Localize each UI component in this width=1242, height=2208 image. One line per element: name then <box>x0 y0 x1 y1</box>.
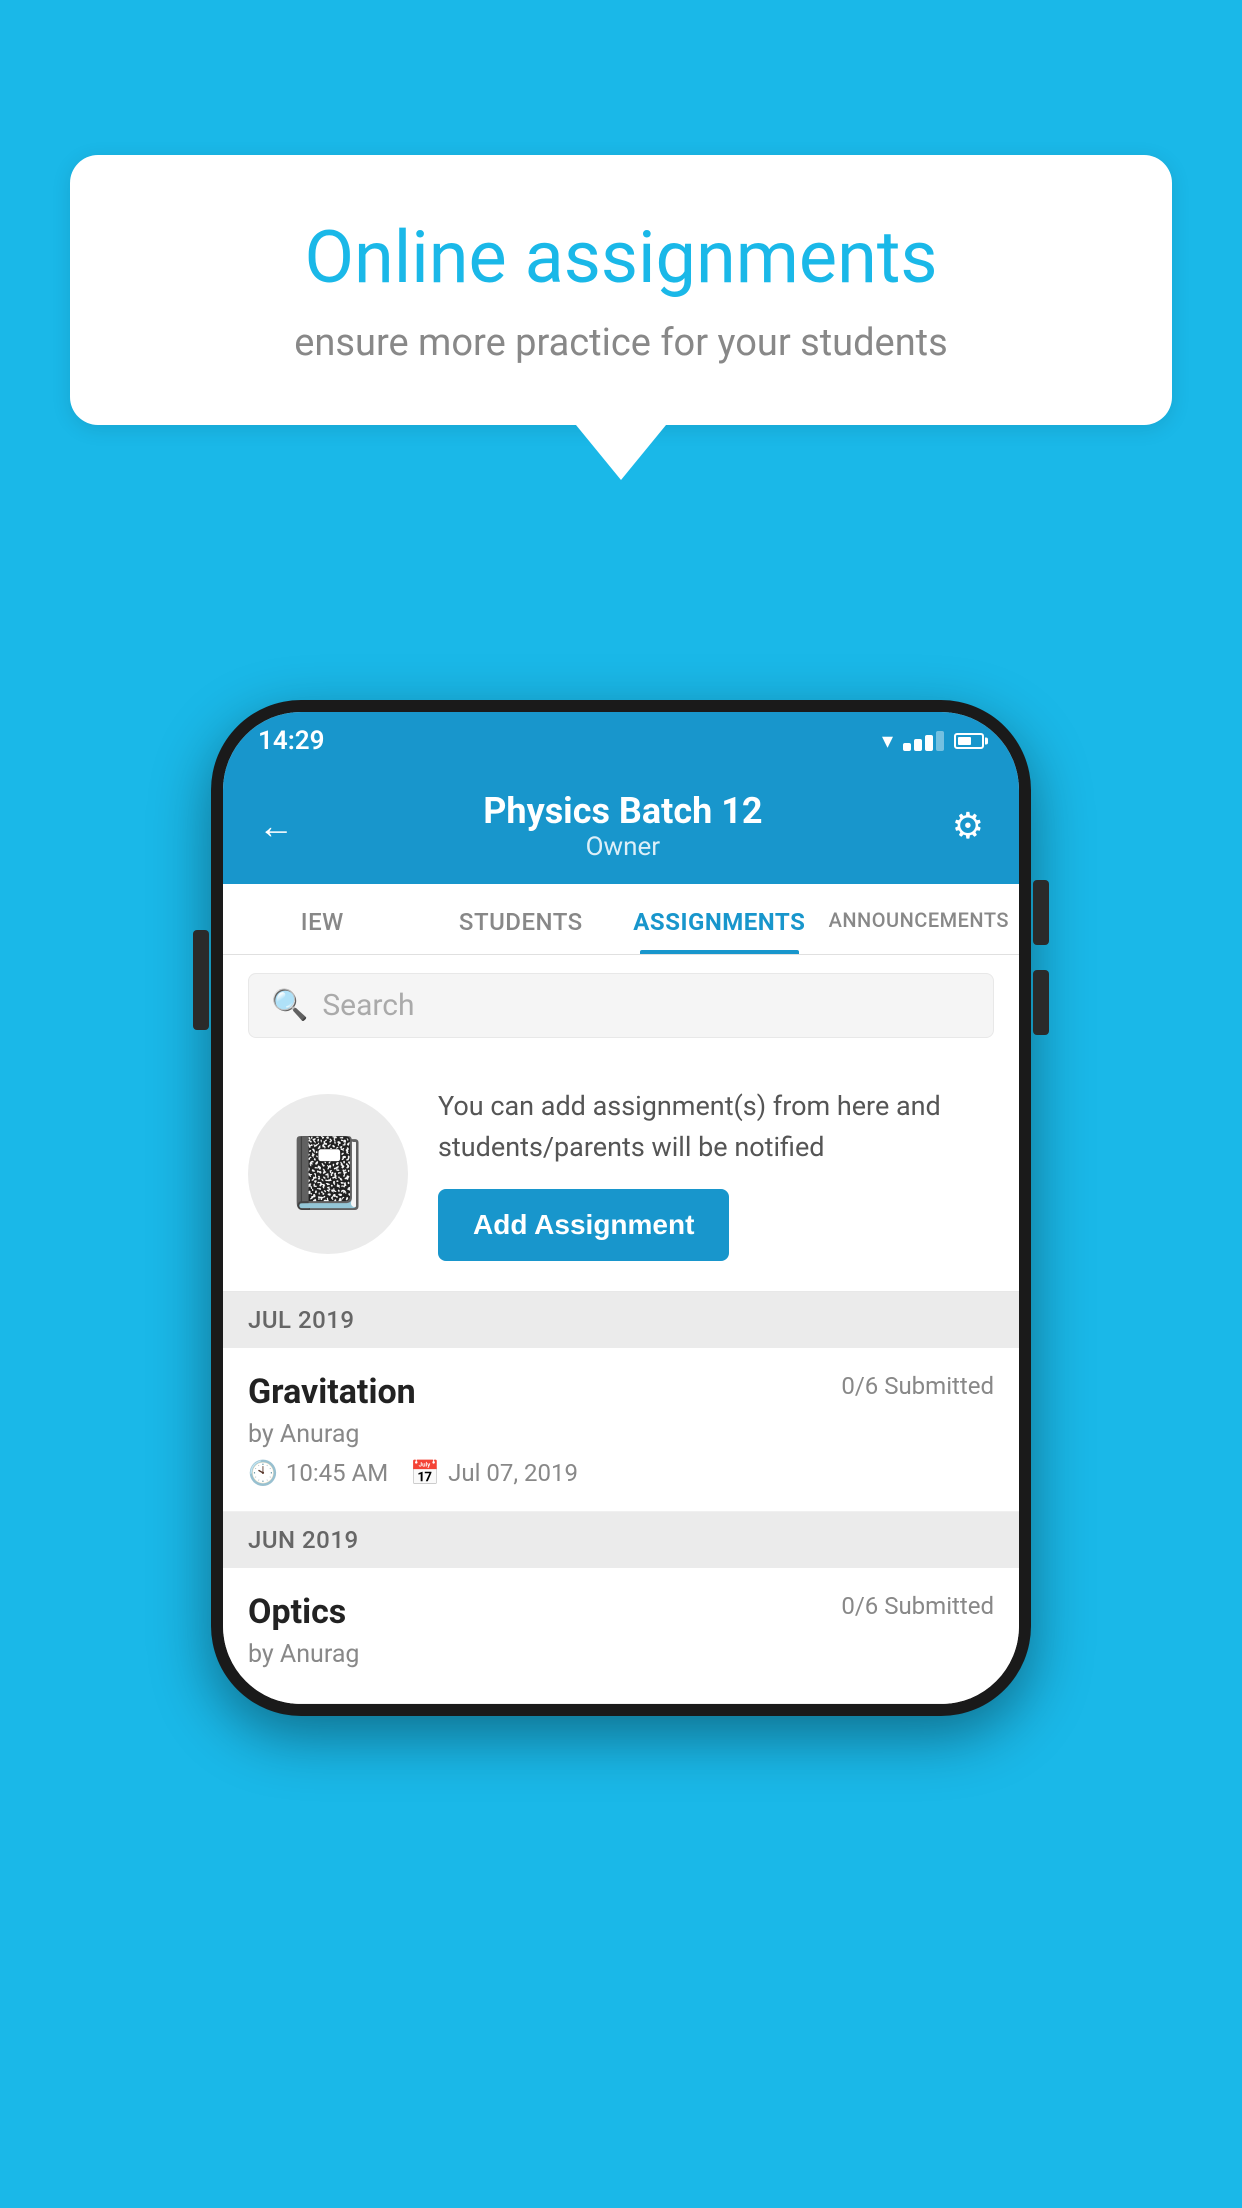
assignment-title-optics: Optics <box>248 1592 346 1632</box>
volume-down-button <box>1033 970 1049 1035</box>
signal-bar-2 <box>914 739 922 751</box>
back-button[interactable]: ← <box>258 805 294 847</box>
volume-up-button <box>1033 880 1049 945</box>
assignment-top: Gravitation 0/6 Submitted <box>248 1372 994 1412</box>
settings-icon[interactable]: ⚙ <box>952 805 984 847</box>
calendar-icon: 📅 <box>410 1459 440 1487</box>
assignment-submitted-gravitation: 0/6 Submitted <box>841 1372 994 1400</box>
assignment-submitted-optics: 0/6 Submitted <box>841 1592 994 1620</box>
phone-container: 14:29 ▾ <box>211 700 1031 1716</box>
signal-bars <box>903 731 944 751</box>
status-bar: 14:29 ▾ <box>223 712 1019 770</box>
bubble-title: Online assignments <box>140 215 1102 301</box>
info-card: 📓 You can add assignment(s) from here an… <box>223 1056 1019 1292</box>
status-time: 14:29 <box>258 726 325 756</box>
info-description: You can add assignment(s) from here and … <box>438 1086 994 1167</box>
battery-icon <box>954 733 984 749</box>
tab-iew[interactable]: IEW <box>223 884 422 954</box>
speech-bubble-container: Online assignments ensure more practice … <box>70 155 1172 480</box>
tab-announcements[interactable]: ANNOUNCEMENTS <box>819 884 1019 954</box>
header-center: Physics Batch 12 Owner <box>483 790 762 862</box>
bubble-subtitle: ensure more practice for your students <box>140 321 1102 365</box>
notebook-icon: 📓 <box>284 1133 371 1215</box>
tab-assignments[interactable]: ASSIGNMENTS <box>620 884 819 954</box>
signal-bar-3 <box>925 735 933 751</box>
assignment-top-optics: Optics 0/6 Submitted <box>248 1592 994 1632</box>
status-icons: ▾ <box>882 729 984 754</box>
search-box[interactable]: 🔍 Search <box>248 973 994 1038</box>
header-title: Physics Batch 12 <box>483 790 762 832</box>
assignment-title-gravitation: Gravitation <box>248 1372 416 1412</box>
tab-students[interactable]: STUDENTS <box>422 884 621 954</box>
bubble-arrow <box>576 425 666 480</box>
phone-frame: 14:29 ▾ <box>211 700 1031 1716</box>
phone-screen: 14:29 ▾ <box>223 712 1019 1704</box>
battery-fill <box>958 737 971 745</box>
signal-bar-4 <box>936 731 944 751</box>
search-container: 🔍 Search <box>223 955 1019 1056</box>
power-button <box>193 930 209 1030</box>
assignment-meta-gravitation: 🕙 10:45 AM 📅 Jul 07, 2019 <box>248 1459 994 1487</box>
month-header-jul: JUL 2019 <box>223 1292 1019 1348</box>
add-assignment-button[interactable]: Add Assignment <box>438 1189 729 1261</box>
tabs-bar: IEW STUDENTS ASSIGNMENTS ANNOUNCEMENTS <box>223 884 1019 955</box>
month-header-jun: JUN 2019 <box>223 1512 1019 1568</box>
assignment-item-optics[interactable]: Optics 0/6 Submitted by Anurag <box>223 1568 1019 1704</box>
assignment-time: 🕙 10:45 AM <box>248 1459 388 1487</box>
clock-icon: 🕙 <box>248 1459 278 1487</box>
info-icon-circle: 📓 <box>248 1094 408 1254</box>
assignment-item-gravitation[interactable]: Gravitation 0/6 Submitted by Anurag 🕙 10… <box>223 1348 1019 1512</box>
app-header: ← Physics Batch 12 Owner ⚙ <box>223 770 1019 884</box>
assignment-date: 📅 Jul 07, 2019 <box>410 1459 578 1487</box>
wifi-icon: ▾ <box>882 729 893 754</box>
assignment-author-gravitation: by Anurag <box>248 1420 994 1449</box>
info-text: You can add assignment(s) from here and … <box>438 1086 994 1261</box>
header-subtitle: Owner <box>483 832 762 862</box>
signal-bar-1 <box>903 743 911 751</box>
speech-bubble: Online assignments ensure more practice … <box>70 155 1172 425</box>
assignment-author-optics: by Anurag <box>248 1640 994 1669</box>
search-placeholder: Search <box>322 988 414 1023</box>
search-icon: 🔍 <box>271 988 308 1023</box>
